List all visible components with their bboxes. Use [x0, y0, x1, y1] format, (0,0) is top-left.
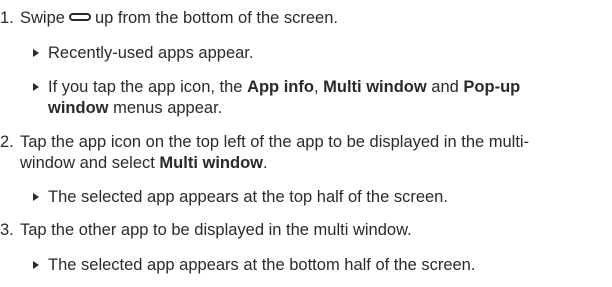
bullet-arrow-icon — [33, 261, 39, 269]
home-button-icon — [68, 13, 91, 21]
step-1-text: Swipe up from the bottom of the screen. — [20, 9, 338, 27]
instruction-document: 1. Swipe up from the bottom of the screen… — [0, 9, 530, 274]
step-3-number: 3. — [0, 221, 14, 239]
step-2-number: 2. — [0, 133, 14, 151]
step-1-number: 1. — [0, 9, 14, 27]
bullet-arrow-icon — [33, 193, 39, 201]
bullet-arrow-icon — [33, 49, 39, 57]
bullet-arrow-icon — [33, 83, 39, 91]
